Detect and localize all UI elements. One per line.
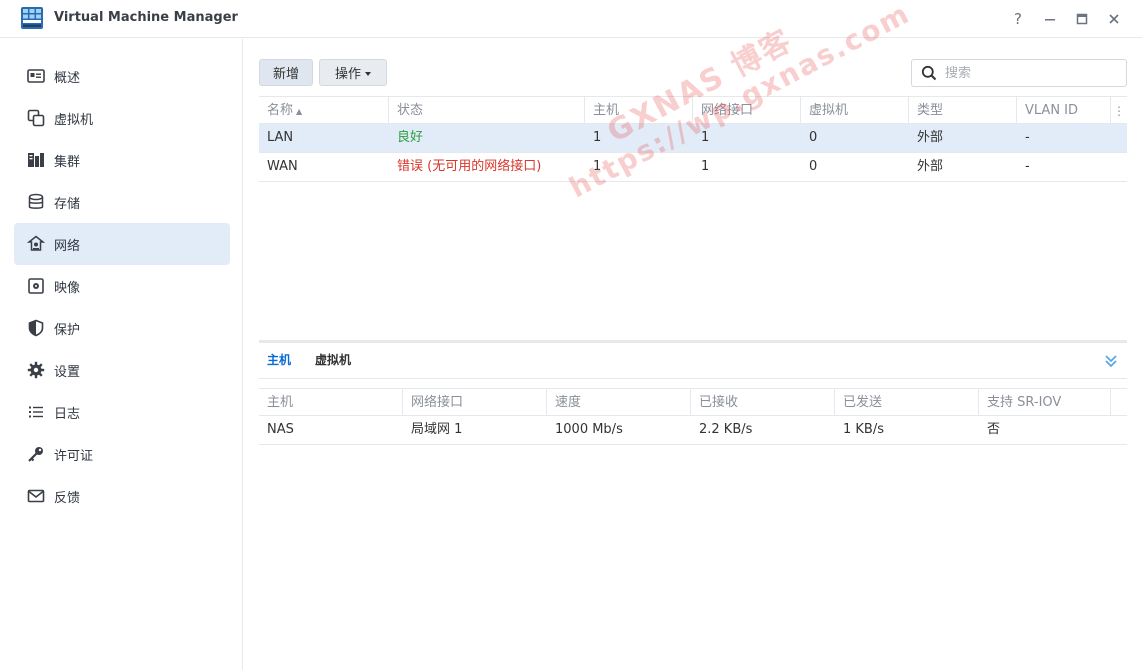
sidebar-item-network[interactable]: 网络 xyxy=(14,223,230,265)
cell-vlan: - xyxy=(1025,130,1030,145)
sidebar-item-feedback[interactable]: 反馈 xyxy=(14,475,230,517)
network-icon xyxy=(27,235,45,253)
detail-tabs: 主机 虚拟机 xyxy=(259,343,1127,379)
cell-vlan: - xyxy=(1025,159,1030,174)
cell-type: 外部 xyxy=(917,159,944,174)
table-header: 主机 网络接口 速度 已接收 已发送 支持 SR-IOV xyxy=(259,388,1127,416)
sidebar-item-image[interactable]: 映像 xyxy=(14,265,230,307)
sidebar-item-storage[interactable]: 存储 xyxy=(14,181,230,223)
maximize-icon xyxy=(1076,13,1088,25)
cell-status: 错误 (无可用的网络接口) xyxy=(397,159,542,174)
cell-hosts: 1 xyxy=(593,130,602,145)
column-header-interfaces[interactable]: 网络接口 xyxy=(693,97,801,124)
table-row[interactable]: LAN 良好 1 1 0 外部 - xyxy=(259,124,1127,153)
host-table: 主机 网络接口 速度 已接收 已发送 支持 SR-IOV NAS 局域网 1 1… xyxy=(259,388,1127,445)
cell-name: WAN xyxy=(267,159,298,174)
sidebar-item-settings[interactable]: 设置 xyxy=(14,349,230,391)
column-header-status[interactable]: 状态 xyxy=(389,97,585,124)
column-header-received[interactable]: 已接收 xyxy=(691,389,835,416)
cell-vms: 0 xyxy=(809,130,818,145)
column-header-vlan[interactable]: VLAN ID xyxy=(1017,97,1111,124)
help-button[interactable]: ? xyxy=(1007,8,1029,30)
sidebar-item-label: 存储 xyxy=(54,196,81,212)
table-row[interactable]: NAS 局域网 1 1000 Mb/s 2.2 KB/s 1 KB/s 否 xyxy=(259,416,1127,445)
caret-down-icon xyxy=(365,71,371,76)
new-button[interactable]: 新增 xyxy=(259,59,313,86)
cell-sriov: 否 xyxy=(987,422,1001,437)
sidebar-item-cluster[interactable]: 集群 xyxy=(14,139,230,181)
sidebar-item-label: 集群 xyxy=(54,154,81,170)
column-header-type[interactable]: 类型 xyxy=(909,97,1017,124)
app-logo-icon xyxy=(21,7,43,29)
search-input[interactable] xyxy=(945,65,1115,81)
title-bar: Virtual Machine Manager ? xyxy=(0,0,1142,38)
table-header: 名称 ▲ 状态 主机 网络接口 虚拟机 类型 VLAN ID ⋮ xyxy=(259,96,1127,124)
sort-ascending-icon: ▲ xyxy=(296,107,303,116)
table-row[interactable]: WAN 错误 (无可用的网络接口) 1 1 0 外部 - xyxy=(259,153,1127,182)
shield-icon xyxy=(27,319,45,337)
sidebar-item-label: 网络 xyxy=(54,238,81,254)
action-label: 操作 xyxy=(334,67,361,82)
search-box[interactable] xyxy=(911,59,1127,87)
main-panel: 新增 操作 名称▲ 状态 主机 网络接口 虚拟机 类型 VLAN ID ⋮ LA… xyxy=(244,39,1142,670)
mail-icon xyxy=(27,487,45,505)
sidebar-item-label: 映像 xyxy=(54,280,81,296)
sidebar-item-label: 设置 xyxy=(54,364,81,380)
column-header-name[interactable]: 名称 ▲ xyxy=(259,97,389,124)
column-options-icon[interactable]: ⋮ xyxy=(1111,97,1127,124)
tab-hosts[interactable]: 主机 xyxy=(259,343,299,379)
search-icon xyxy=(921,65,937,81)
sidebar-item-label: 日志 xyxy=(54,406,81,422)
column-header-sriov[interactable]: 支持 SR-IOV xyxy=(979,389,1111,416)
sidebar-item-label: 保护 xyxy=(54,322,81,338)
column-header-vms[interactable]: 虚拟机 xyxy=(801,97,909,124)
sidebar-item-protection[interactable]: 保护 xyxy=(14,307,230,349)
virtual-machine-icon xyxy=(27,109,45,127)
minimize-icon xyxy=(1045,19,1055,21)
list-icon xyxy=(27,403,45,421)
minimize-button[interactable] xyxy=(1039,8,1061,30)
overview-icon xyxy=(27,67,45,85)
maximize-button[interactable] xyxy=(1071,8,1093,30)
action-dropdown-button[interactable]: 操作 xyxy=(319,59,387,86)
cell-speed: 1000 Mb/s xyxy=(555,422,623,437)
cell-interface: 局域网 1 xyxy=(411,422,463,437)
cell-vms: 0 xyxy=(809,159,818,174)
sidebar-item-license[interactable]: 许可证 xyxy=(14,433,230,475)
cell-received: 2.2 KB/s xyxy=(699,422,753,437)
sidebar-item-label: 反馈 xyxy=(54,490,81,506)
cell-interfaces: 1 xyxy=(701,159,710,174)
column-header-interface[interactable]: 网络接口 xyxy=(403,389,547,416)
column-header-speed[interactable]: 速度 xyxy=(547,389,691,416)
network-table: 名称 ▲ 状态 主机 网络接口 虚拟机 类型 VLAN ID ⋮ LAN 良好 1… xyxy=(259,96,1127,182)
close-icon xyxy=(1109,14,1119,24)
key-icon xyxy=(27,445,45,463)
sidebar-item-label: 虚拟机 xyxy=(54,112,94,128)
cell-status: 良好 xyxy=(397,130,424,145)
tab-virtual-machines[interactable]: 虚拟机 xyxy=(307,343,359,379)
cell-host: NAS xyxy=(267,422,294,437)
cell-interfaces: 1 xyxy=(701,130,710,145)
sidebar-item-log[interactable]: 日志 xyxy=(14,391,230,433)
column-header-host[interactable]: 主机 xyxy=(259,389,403,416)
column-header-sent[interactable]: 已发送 xyxy=(835,389,979,416)
sidebar-item-label: 许可证 xyxy=(54,448,94,464)
cell-hosts: 1 xyxy=(593,159,602,174)
cell-type: 外部 xyxy=(917,130,944,145)
sidebar-item-label: 概述 xyxy=(54,70,81,86)
cluster-icon xyxy=(27,151,45,169)
collapse-chevron-icon[interactable] xyxy=(1103,353,1119,369)
storage-icon xyxy=(27,193,45,211)
sidebar: 概述 虚拟机 集群 存储 网络 映像 保护 设置 日志 许可证 反馈 xyxy=(0,39,243,670)
column-header-hosts[interactable]: 主机 xyxy=(585,97,693,124)
sidebar-item-overview[interactable]: 概述 xyxy=(14,55,230,97)
cell-sent: 1 KB/s xyxy=(843,422,884,437)
cell-name: LAN xyxy=(267,130,294,145)
gear-icon xyxy=(27,361,45,379)
image-icon xyxy=(27,277,45,295)
close-button[interactable] xyxy=(1103,8,1125,30)
sidebar-item-virtual-machine[interactable]: 虚拟机 xyxy=(14,97,230,139)
window-title: Virtual Machine Manager xyxy=(54,10,238,25)
